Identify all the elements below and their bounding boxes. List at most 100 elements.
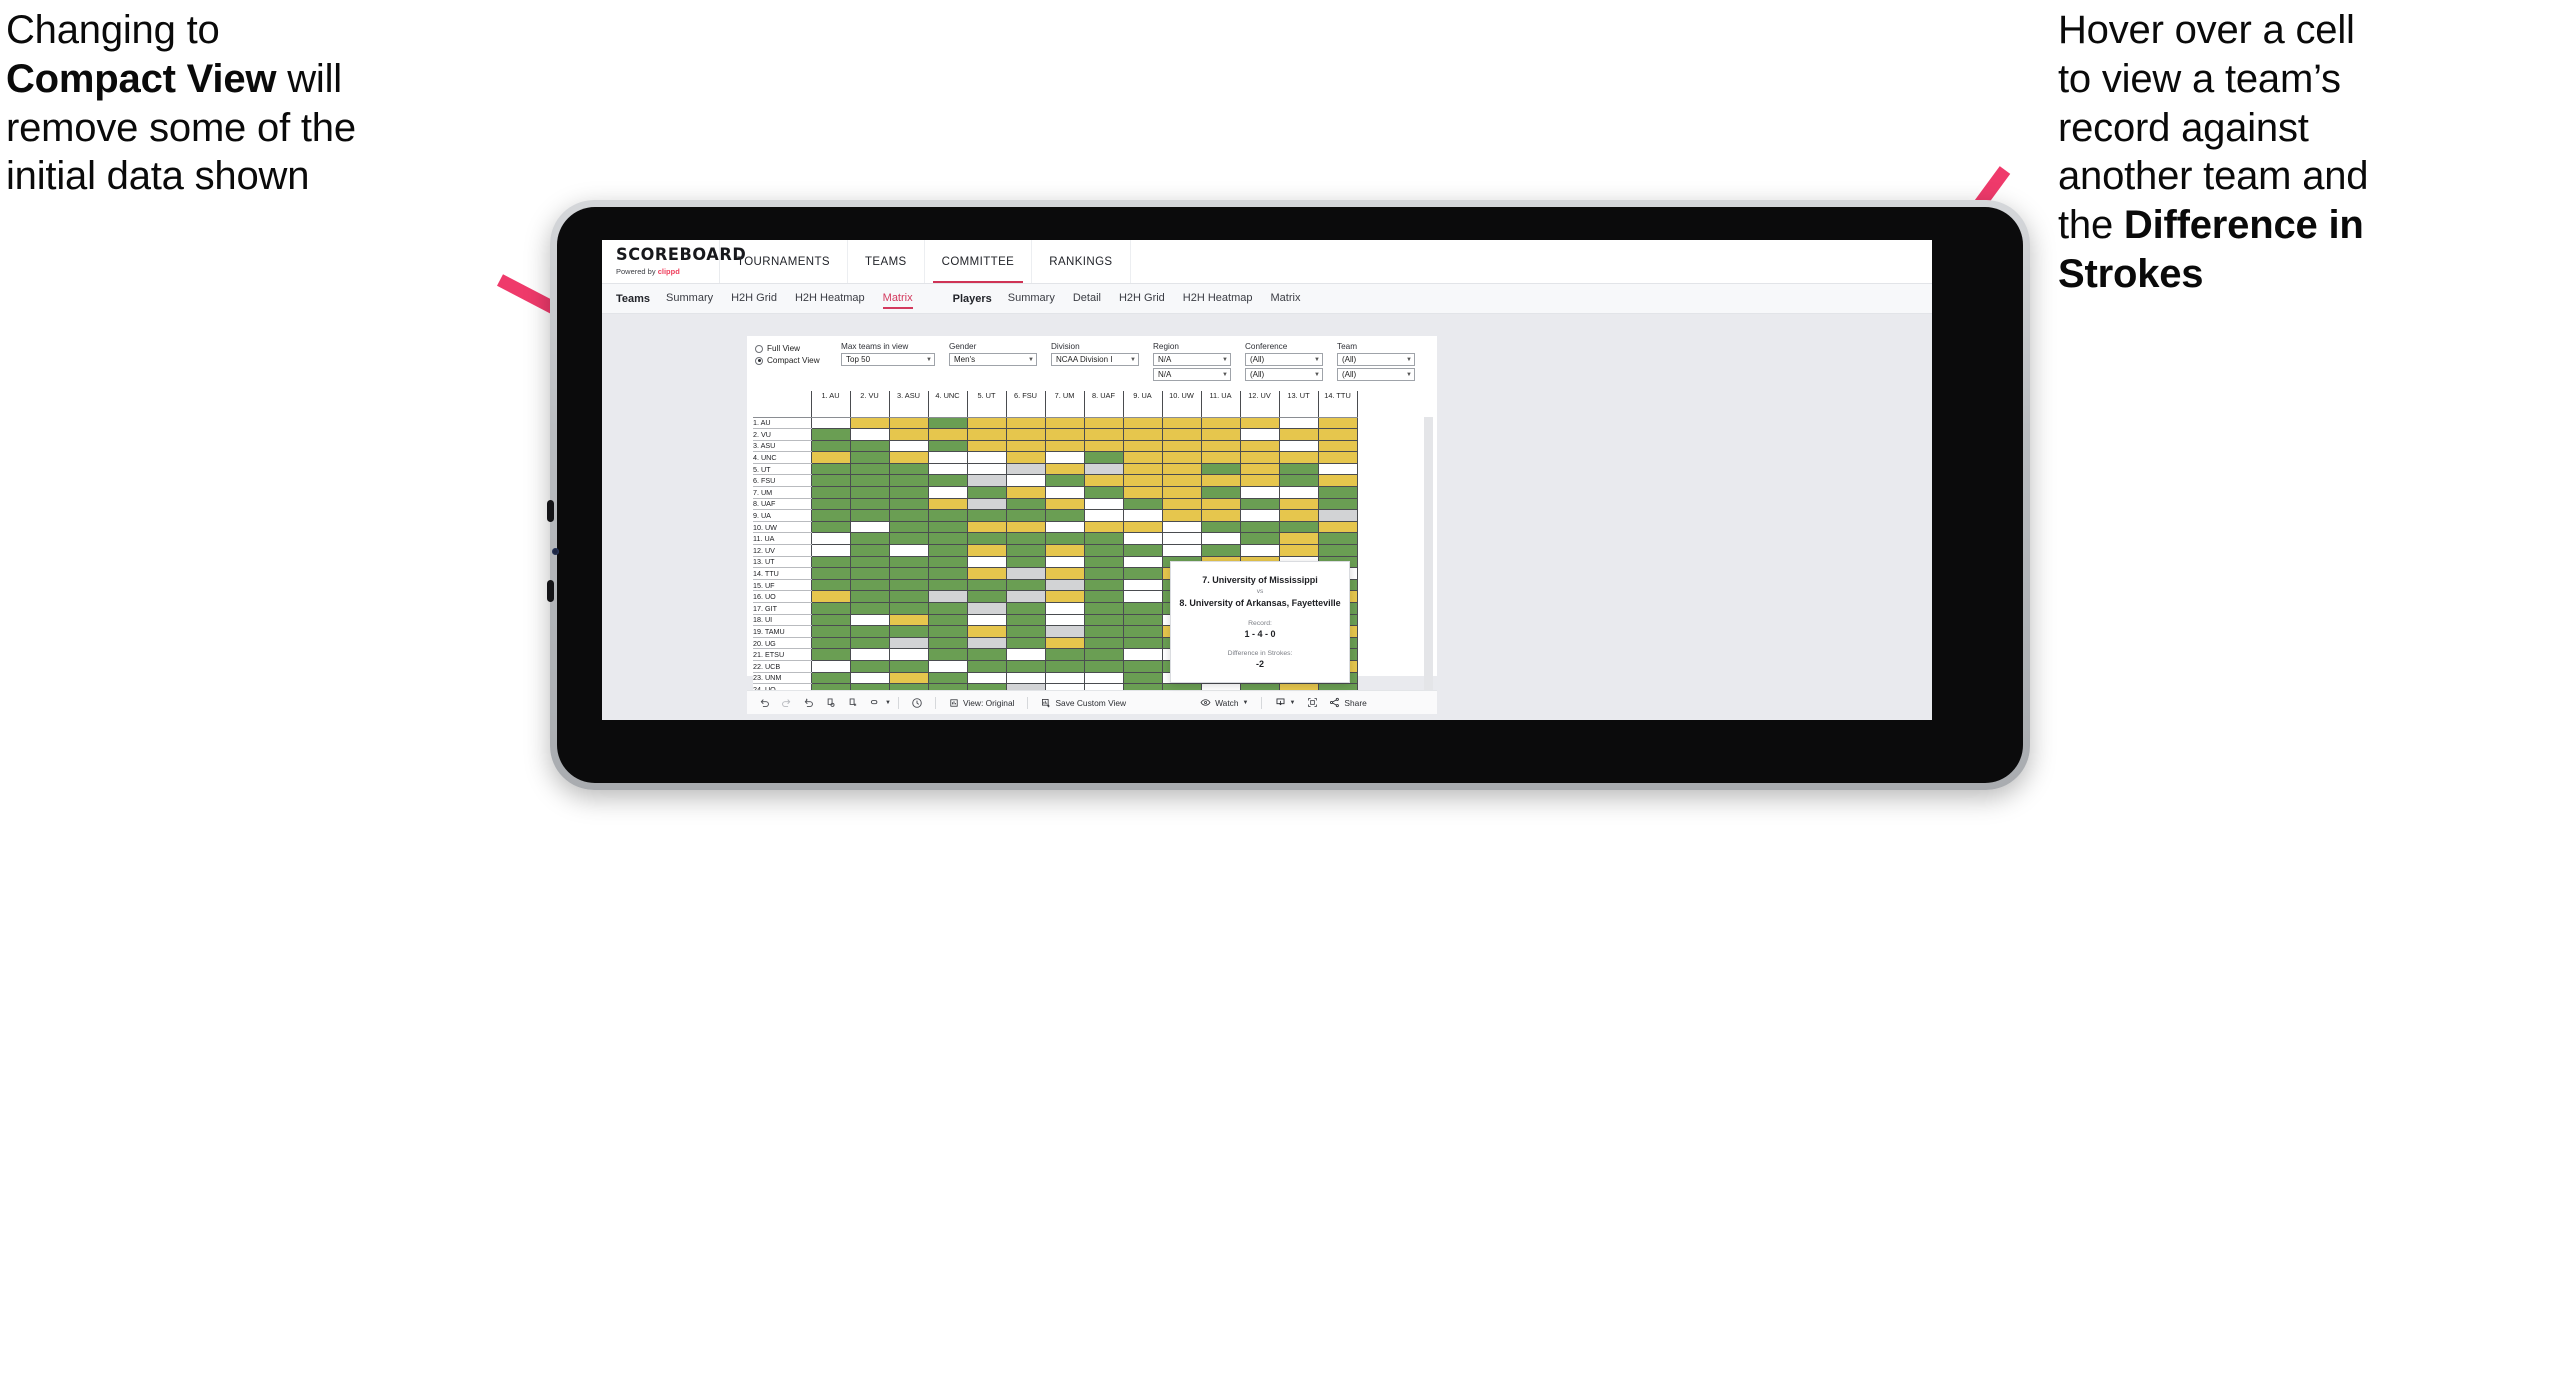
matrix-row-header[interactable]: 22. UCB: [753, 660, 811, 673]
matrix-cell[interactable]: [1200, 417, 1241, 430]
matrix-cell[interactable]: [1044, 463, 1085, 476]
matrix-cell[interactable]: [1161, 440, 1202, 453]
matrix-cell[interactable]: [1044, 602, 1085, 615]
matrix-cell[interactable]: [1317, 486, 1358, 499]
filter-team-select-1[interactable]: (All) ▼: [1337, 353, 1415, 366]
matrix-column-header[interactable]: 12. UV: [1239, 391, 1280, 418]
matrix-cell[interactable]: [1005, 579, 1046, 592]
matrix-cell[interactable]: [849, 567, 890, 580]
matrix-cell[interactable]: [1044, 486, 1085, 499]
matrix-cell[interactable]: [810, 463, 851, 476]
matrix-cell[interactable]: [1200, 428, 1241, 441]
matrix-cell[interactable]: [1044, 637, 1085, 650]
tablet-button-top[interactable]: [547, 500, 554, 522]
matrix-cell[interactable]: [966, 614, 1007, 627]
matrix-cell[interactable]: [1005, 637, 1046, 650]
matrix-cell[interactable]: [1122, 544, 1163, 557]
matrix-cell[interactable]: [966, 556, 1007, 569]
fullscreen-icon[interactable]: [1301, 692, 1323, 714]
matrix-cell[interactable]: [966, 498, 1007, 511]
matrix-cell[interactable]: [1317, 544, 1358, 557]
matrix-cell[interactable]: [810, 428, 851, 441]
matrix-cell[interactable]: [849, 648, 890, 661]
matrix-cell[interactable]: [1083, 579, 1124, 592]
matrix-cell[interactable]: [927, 417, 968, 430]
matrix-cell[interactable]: [1317, 532, 1358, 546]
matrix-cell[interactable]: [1239, 451, 1280, 464]
matrix-cell[interactable]: [1278, 544, 1319, 557]
matrix-cell[interactable]: [1122, 440, 1163, 453]
matrix-cell[interactable]: [810, 567, 851, 580]
filter-gender-select[interactable]: Men's ▼: [949, 353, 1037, 366]
matrix-cell[interactable]: [1005, 590, 1046, 603]
matrix-cell[interactable]: [1083, 486, 1124, 499]
matrix-cell[interactable]: [888, 579, 929, 592]
matrix-cell[interactable]: [1083, 417, 1124, 430]
matrix-cell[interactable]: [1005, 648, 1046, 661]
matrix-cell[interactable]: [966, 544, 1007, 557]
matrix-cell[interactable]: [966, 567, 1007, 580]
matrix-row-header[interactable]: 12. UV: [753, 544, 811, 557]
matrix-cell[interactable]: [1200, 474, 1241, 488]
matrix-cell[interactable]: [1161, 417, 1202, 430]
matrix-row-header[interactable]: 3. ASU: [753, 440, 811, 453]
matrix-cell[interactable]: [1317, 498, 1358, 511]
matrix-cell[interactable]: [810, 660, 851, 673]
matrix-cell[interactable]: [849, 417, 890, 430]
matrix-cell[interactable]: [1200, 532, 1241, 546]
matrix-cell[interactable]: [1200, 509, 1241, 522]
matrix-cell[interactable]: [927, 428, 968, 441]
matrix-cell[interactable]: [1044, 509, 1085, 522]
matrix-cell[interactable]: [966, 509, 1007, 522]
matrix-cell[interactable]: [1161, 451, 1202, 464]
matrix-cell[interactable]: [966, 660, 1007, 673]
matrix-column-header[interactable]: 10. UW: [1161, 391, 1202, 418]
matrix-cell[interactable]: [927, 614, 968, 627]
top-nav-tournaments[interactable]: TOURNAMENTS: [720, 240, 848, 283]
matrix-cell[interactable]: [810, 602, 851, 615]
matrix-cell[interactable]: [849, 579, 890, 592]
chevron-down-icon[interactable]: ▼: [885, 700, 891, 706]
matrix-cell[interactable]: [810, 521, 851, 534]
matrix-cell[interactable]: [1083, 521, 1124, 534]
subnav-teams-h2h-heatmap[interactable]: H2H Heatmap: [795, 292, 865, 306]
subnav-players-detail[interactable]: Detail: [1073, 292, 1101, 306]
matrix-cell[interactable]: [1161, 463, 1202, 476]
matrix-cell[interactable]: [810, 672, 851, 685]
top-nav-teams[interactable]: TEAMS: [848, 240, 925, 283]
matrix-cell[interactable]: [1044, 660, 1085, 673]
tablet-button-bottom[interactable]: [547, 580, 554, 602]
matrix-cell[interactable]: [1278, 474, 1319, 488]
matrix-cell[interactable]: [927, 556, 968, 569]
matrix-cell[interactable]: [1239, 532, 1280, 546]
matrix-cell[interactable]: [1239, 486, 1280, 499]
matrix-cell[interactable]: [1122, 637, 1163, 650]
matrix-cell[interactable]: [1200, 544, 1241, 557]
matrix-cell[interactable]: [1083, 428, 1124, 441]
matrix-cell[interactable]: [1083, 451, 1124, 464]
matrix-cell[interactable]: [1122, 602, 1163, 615]
matrix-cell[interactable]: [1161, 428, 1202, 441]
matrix-cell[interactable]: [1005, 672, 1046, 685]
matrix-cell[interactable]: [1122, 672, 1163, 685]
matrix-cell[interactable]: [1044, 532, 1085, 546]
matrix-cell[interactable]: [1122, 614, 1163, 627]
matrix-cell[interactable]: [888, 660, 929, 673]
subnav-players-h2h-grid[interactable]: H2H Grid: [1119, 292, 1165, 306]
matrix-cell[interactable]: [966, 417, 1007, 430]
matrix-cell[interactable]: [1083, 440, 1124, 453]
matrix-cell[interactable]: [1278, 463, 1319, 476]
redo-icon[interactable]: [775, 692, 797, 714]
brand-logo[interactable]: SCOREBOARD Powered by clippd: [602, 240, 746, 283]
matrix-cell[interactable]: [1161, 532, 1202, 546]
matrix-row-header[interactable]: 5. UT: [753, 463, 811, 476]
matrix-cell[interactable]: [849, 672, 890, 685]
matrix-cell[interactable]: [888, 648, 929, 661]
matrix-row-header[interactable]: 13. UT: [753, 556, 811, 569]
matrix-cell[interactable]: [849, 428, 890, 441]
matrix-cell[interactable]: [1083, 567, 1124, 580]
matrix-cell[interactable]: [927, 498, 968, 511]
matrix-cell[interactable]: [1044, 428, 1085, 441]
matrix-cell[interactable]: [888, 532, 929, 546]
matrix-cell[interactable]: [1044, 648, 1085, 661]
